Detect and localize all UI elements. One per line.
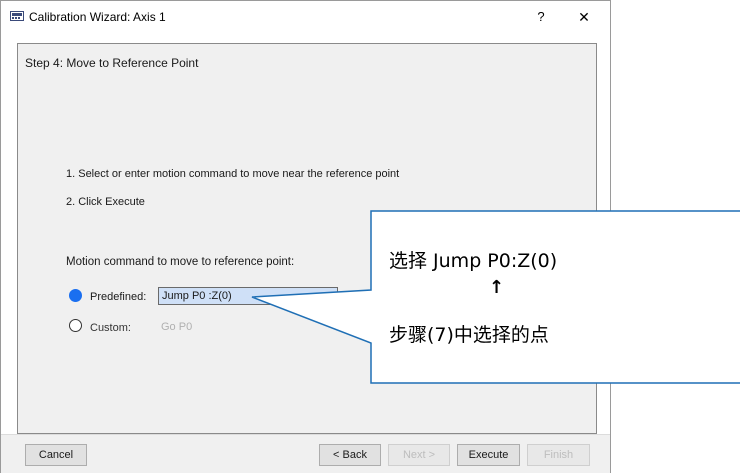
callout-line-2: 步骤(7)中选择的点 <box>389 324 549 346</box>
motion-command-label: Motion command to move to reference poin… <box>66 256 295 268</box>
wizard-window: Calibration Wizard: Axis 1 ? ✕ Step 4: M… <box>0 0 611 473</box>
back-button[interactable]: < Back <box>319 444 381 466</box>
help-button[interactable]: ? <box>530 7 552 27</box>
custom-label: Custom: <box>90 322 131 334</box>
predefined-command-select[interactable]: Jump P0 :Z(0) <box>158 287 338 305</box>
instruction-1: 1. Select or enter motion command to mov… <box>66 168 400 180</box>
close-button[interactable]: ✕ <box>573 7 595 27</box>
window-title: Calibration Wizard: Axis 1 <box>29 10 166 24</box>
step-title: Step 4: Move to Reference Point <box>25 56 199 70</box>
cancel-button[interactable]: Cancel <box>25 444 87 466</box>
finish-button[interactable]: Finish <box>527 444 590 466</box>
next-button[interactable]: Next > <box>388 444 450 466</box>
execute-button[interactable]: Execute <box>457 444 520 466</box>
chevron-down-icon <box>321 292 331 298</box>
callout-line-1: 选择 Jump P0:Z(0) <box>389 250 558 272</box>
predefined-label: Predefined: <box>90 291 147 303</box>
instruction-2: 2. Click Execute <box>66 196 145 208</box>
button-bar: Cancel < Back Next > Execute Finish <box>1 434 610 473</box>
step-panel: Step 4: Move to Reference Point 1. Selec… <box>17 43 597 434</box>
title-bar: Calibration Wizard: Axis 1 ? ✕ <box>1 1 610 33</box>
predefined-command-value: Jump P0 :Z(0) <box>162 290 232 302</box>
up-arrow-icon: ↑ <box>489 277 505 298</box>
predefined-radio[interactable] <box>69 289 82 302</box>
custom-command-input[interactable]: Go P0 <box>158 318 338 336</box>
calibration-icon <box>10 11 24 21</box>
custom-radio[interactable] <box>69 319 82 332</box>
